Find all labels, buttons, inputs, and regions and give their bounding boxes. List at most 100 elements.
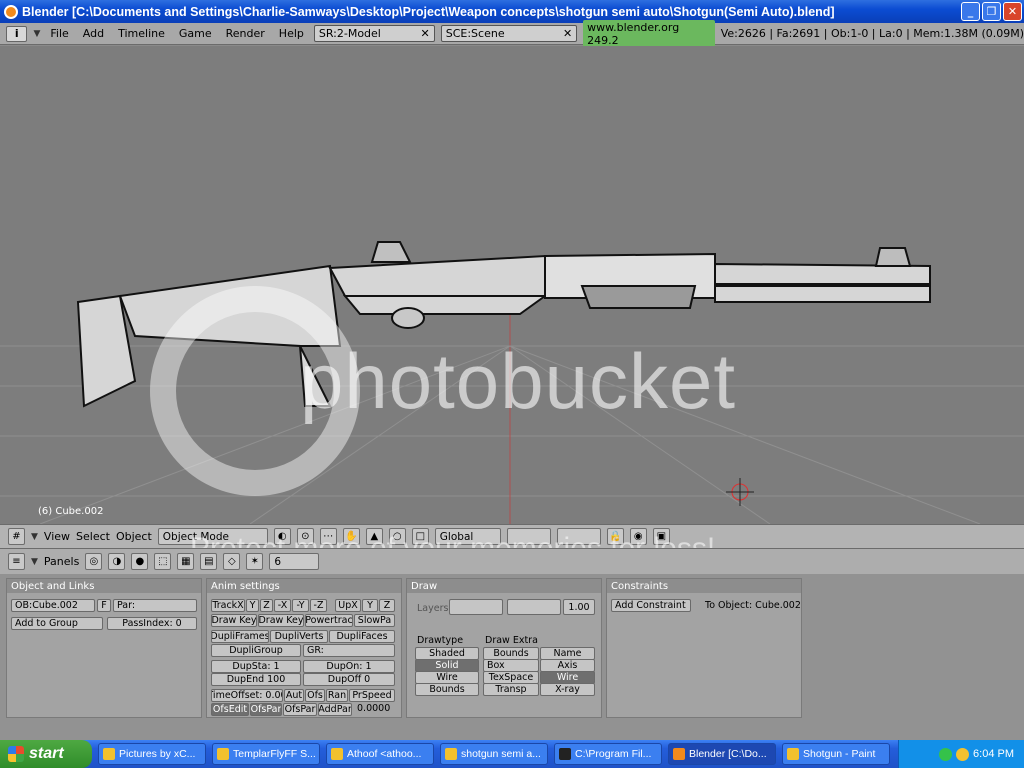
task-console[interactable]: C:\Program Fil...: [554, 743, 662, 765]
task-label: Shotgun - Paint: [803, 748, 876, 760]
add-constraint-button[interactable]: Add Constraint: [611, 599, 691, 612]
up-x-button[interactable]: UpX: [335, 599, 361, 612]
layer-grid-b[interactable]: [507, 599, 561, 615]
parent-field[interactable]: Par:: [113, 599, 197, 612]
time-offset-field[interactable]: TimeOffset: 0.00: [211, 689, 283, 702]
menu-add[interactable]: Add: [79, 27, 108, 40]
ofs-button[interactable]: Ofs: [305, 689, 325, 702]
dupli-group-button[interactable]: DupliGroup: [211, 644, 301, 657]
buttons-collapse-icon[interactable]: ▼: [31, 557, 38, 567]
clock[interactable]: 6:04 PM: [973, 748, 1014, 760]
task-templarfly[interactable]: TemplarFlyFF S...: [212, 743, 320, 765]
draw-panel: Draw Layers 1.00 Drawtype Shaded Solid W…: [406, 578, 602, 718]
dup-start-field[interactable]: DupSta: 1: [211, 660, 301, 673]
menu-render[interactable]: Render: [222, 27, 269, 40]
dupli-faces-button[interactable]: DupliFaces: [329, 630, 395, 643]
menu-game[interactable]: Game: [175, 27, 216, 40]
object-name-field[interactable]: OB:Cube.002: [11, 599, 95, 612]
powertrack-button[interactable]: Powertrac: [305, 614, 353, 627]
photobucket-watermark: photobucket: [300, 337, 737, 425]
physics-tab-icon[interactable]: ◇: [223, 553, 241, 570]
track-z-button[interactable]: Z: [260, 599, 273, 612]
dupli-group-field[interactable]: GR:: [303, 644, 395, 657]
extra-transp[interactable]: Transp: [483, 683, 539, 696]
menu-object[interactable]: Object: [116, 530, 152, 543]
task-paint[interactable]: Shotgun - Paint: [782, 743, 890, 765]
auto-button[interactable]: Aut: [284, 689, 304, 702]
dup-on-field[interactable]: DupOn: 1: [303, 660, 395, 673]
frame-number-field[interactable]: 6: [269, 553, 320, 570]
constraints-panel: Constraints Add Constraint To Object: Cu…: [606, 578, 802, 718]
layer-grid-a[interactable]: [449, 599, 503, 615]
draw-title[interactable]: Draw: [407, 579, 601, 593]
scene-selector[interactable]: SCE:Scene ✕: [440, 25, 578, 42]
addpar-button[interactable]: AddPar: [318, 703, 352, 716]
track-negy-button[interactable]: -Y: [292, 599, 309, 612]
layer-value-field[interactable]: 1.00: [563, 599, 595, 615]
scene-context-icon[interactable]: ▤: [200, 553, 218, 570]
editing-context-icon[interactable]: ▦: [177, 553, 195, 570]
pass-index-field[interactable]: PassIndex: 0: [107, 617, 197, 630]
dupli-frames-button[interactable]: DupliFrames: [211, 630, 269, 643]
drawtype-bounds[interactable]: Bounds: [415, 683, 479, 696]
menu-view[interactable]: View: [44, 530, 70, 543]
draw-key-button[interactable]: Draw Key: [211, 614, 257, 627]
volume-icon[interactable]: [956, 747, 970, 761]
constraints-title[interactable]: Constraints: [607, 579, 801, 593]
drawtype-label: Drawtype: [417, 635, 464, 646]
delete-scene-icon[interactable]: ✕: [563, 27, 572, 40]
anim-settings-title[interactable]: Anim settings: [207, 579, 401, 593]
task-pictures[interactable]: Pictures by xC...: [98, 743, 206, 765]
object-context-icon[interactable]: ⬚: [154, 553, 172, 570]
maximize-button[interactable]: ❐: [982, 2, 1001, 21]
ran-button[interactable]: Ran: [326, 689, 348, 702]
task-folder[interactable]: shotgun semi a...: [440, 743, 548, 765]
menu-file[interactable]: File: [46, 27, 72, 40]
task-blender[interactable]: Blender [C:\Do...: [668, 743, 776, 765]
draw-key-sel-button[interactable]: Draw Key: [258, 614, 304, 627]
up-y-button[interactable]: Y: [362, 599, 378, 612]
prspeed-button[interactable]: PrSpeed: [349, 689, 395, 702]
menu-select[interactable]: Select: [76, 530, 110, 543]
fake-user-button[interactable]: F: [97, 599, 111, 612]
track-x-button[interactable]: TrackX: [211, 599, 245, 612]
speed-value: 0.0000: [357, 703, 391, 714]
buttons-editor-icon[interactable]: ≡: [8, 553, 25, 570]
editor-type-icon[interactable]: #: [8, 528, 25, 545]
add-to-group-button[interactable]: Add to Group: [11, 617, 103, 630]
dup-off-field[interactable]: DupOff 0: [303, 673, 395, 686]
ofspar-alt-button[interactable]: OfsPar: [283, 703, 317, 716]
close-button[interactable]: ✕: [1003, 2, 1022, 21]
logic-context-icon[interactable]: ◎: [85, 553, 103, 570]
minimize-button[interactable]: _: [961, 2, 980, 21]
window-titlebar[interactable]: Blender [C:\Documents and Settings\Charl…: [0, 0, 1024, 23]
task-label: Blender [C:\Do...: [689, 748, 767, 760]
constraint-target-label: To Object: Cube.002: [705, 600, 801, 611]
task-athoof[interactable]: Athoof <athoo...: [326, 743, 434, 765]
screen-selector[interactable]: SR:2-Model ✕: [313, 25, 435, 42]
network-icon[interactable]: [939, 747, 953, 761]
header-collapse-icon[interactable]: ▼: [31, 532, 38, 542]
dupli-verts-button[interactable]: DupliVerts: [270, 630, 328, 643]
ofspar-button[interactable]: OfsPar: [250, 703, 282, 716]
slowpar-button[interactable]: SlowPa: [354, 614, 395, 627]
ofsedit-button[interactable]: OfsEdit: [211, 703, 249, 716]
3d-viewport[interactable]: photobucket (6) Cube.002: [0, 46, 1024, 524]
script-context-icon[interactable]: ◑: [108, 553, 126, 570]
extra-xray[interactable]: X-ray: [540, 683, 595, 696]
object-links-title[interactable]: Object and Links: [7, 579, 201, 593]
shading-context-icon[interactable]: ●: [131, 553, 149, 570]
collapse-triangle-icon[interactable]: ▼: [33, 29, 40, 39]
track-y-button[interactable]: Y: [246, 599, 259, 612]
up-z-button[interactable]: Z: [379, 599, 395, 612]
delete-screen-icon[interactable]: ✕: [421, 27, 430, 40]
particle-tab-icon[interactable]: ✶: [246, 553, 264, 570]
menu-help[interactable]: Help: [275, 27, 308, 40]
track-negz-button[interactable]: -Z: [310, 599, 327, 612]
dup-end-field[interactable]: DupEnd 100: [211, 673, 301, 686]
track-negx-button[interactable]: -X: [274, 599, 291, 612]
start-button[interactable]: start: [0, 740, 92, 768]
buttons-header: ≡ ▼ Panels ◎ ◑ ● ⬚ ▦ ▤ ◇ ✶ 6: [0, 548, 1024, 574]
info-window-icon[interactable]: i: [6, 25, 28, 42]
menu-timeline[interactable]: Timeline: [114, 27, 169, 40]
